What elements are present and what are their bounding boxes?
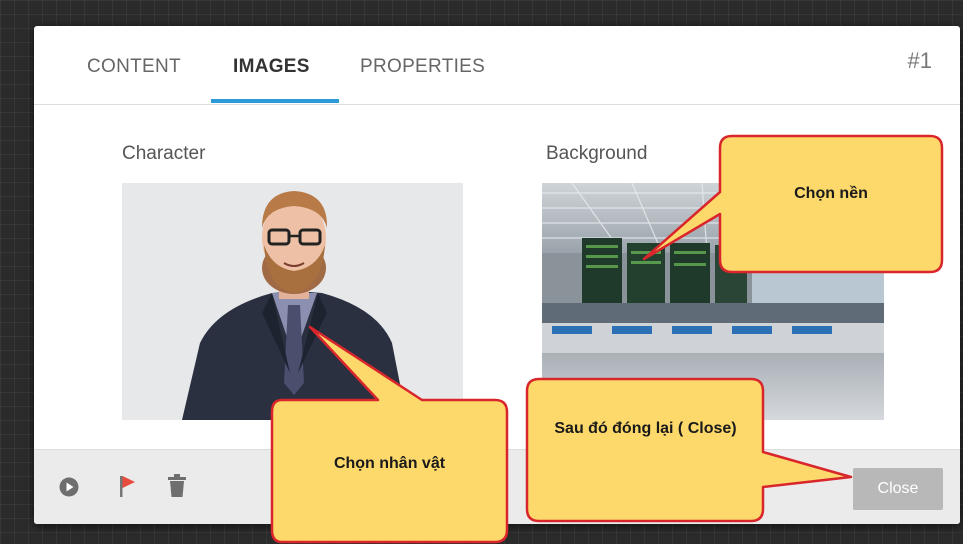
callout-close-text: Sau đó đóng lại ( Close) (554, 420, 737, 437)
callout-background-text: Chọn nền (794, 185, 868, 202)
tab-content[interactable]: CONTENT (87, 56, 181, 78)
callout-bubble-shape (270, 325, 509, 544)
callout-character: Chọn nhân vật (270, 325, 520, 544)
callout-close: Sau đó đóng lại ( Close) (525, 377, 855, 527)
callout-character-text: Chọn nhân vật (333, 455, 446, 472)
close-button[interactable]: Close (853, 468, 943, 510)
callout-background: Chọn nền (640, 132, 950, 277)
tab-properties[interactable]: PROPERTIES (360, 56, 485, 78)
tab-bar: CONTENT IMAGES PROPERTIES #1 (34, 26, 960, 105)
tab-images[interactable]: IMAGES (233, 56, 310, 78)
flag-icon[interactable] (118, 474, 138, 503)
trash-icon[interactable] (167, 474, 187, 503)
background-label: Background (546, 143, 648, 164)
callout-bubble-shape (525, 377, 853, 523)
active-tab-indicator (211, 99, 339, 103)
slide-number: #1 (907, 48, 932, 73)
play-icon[interactable] (59, 477, 79, 502)
character-label: Character (122, 143, 206, 164)
